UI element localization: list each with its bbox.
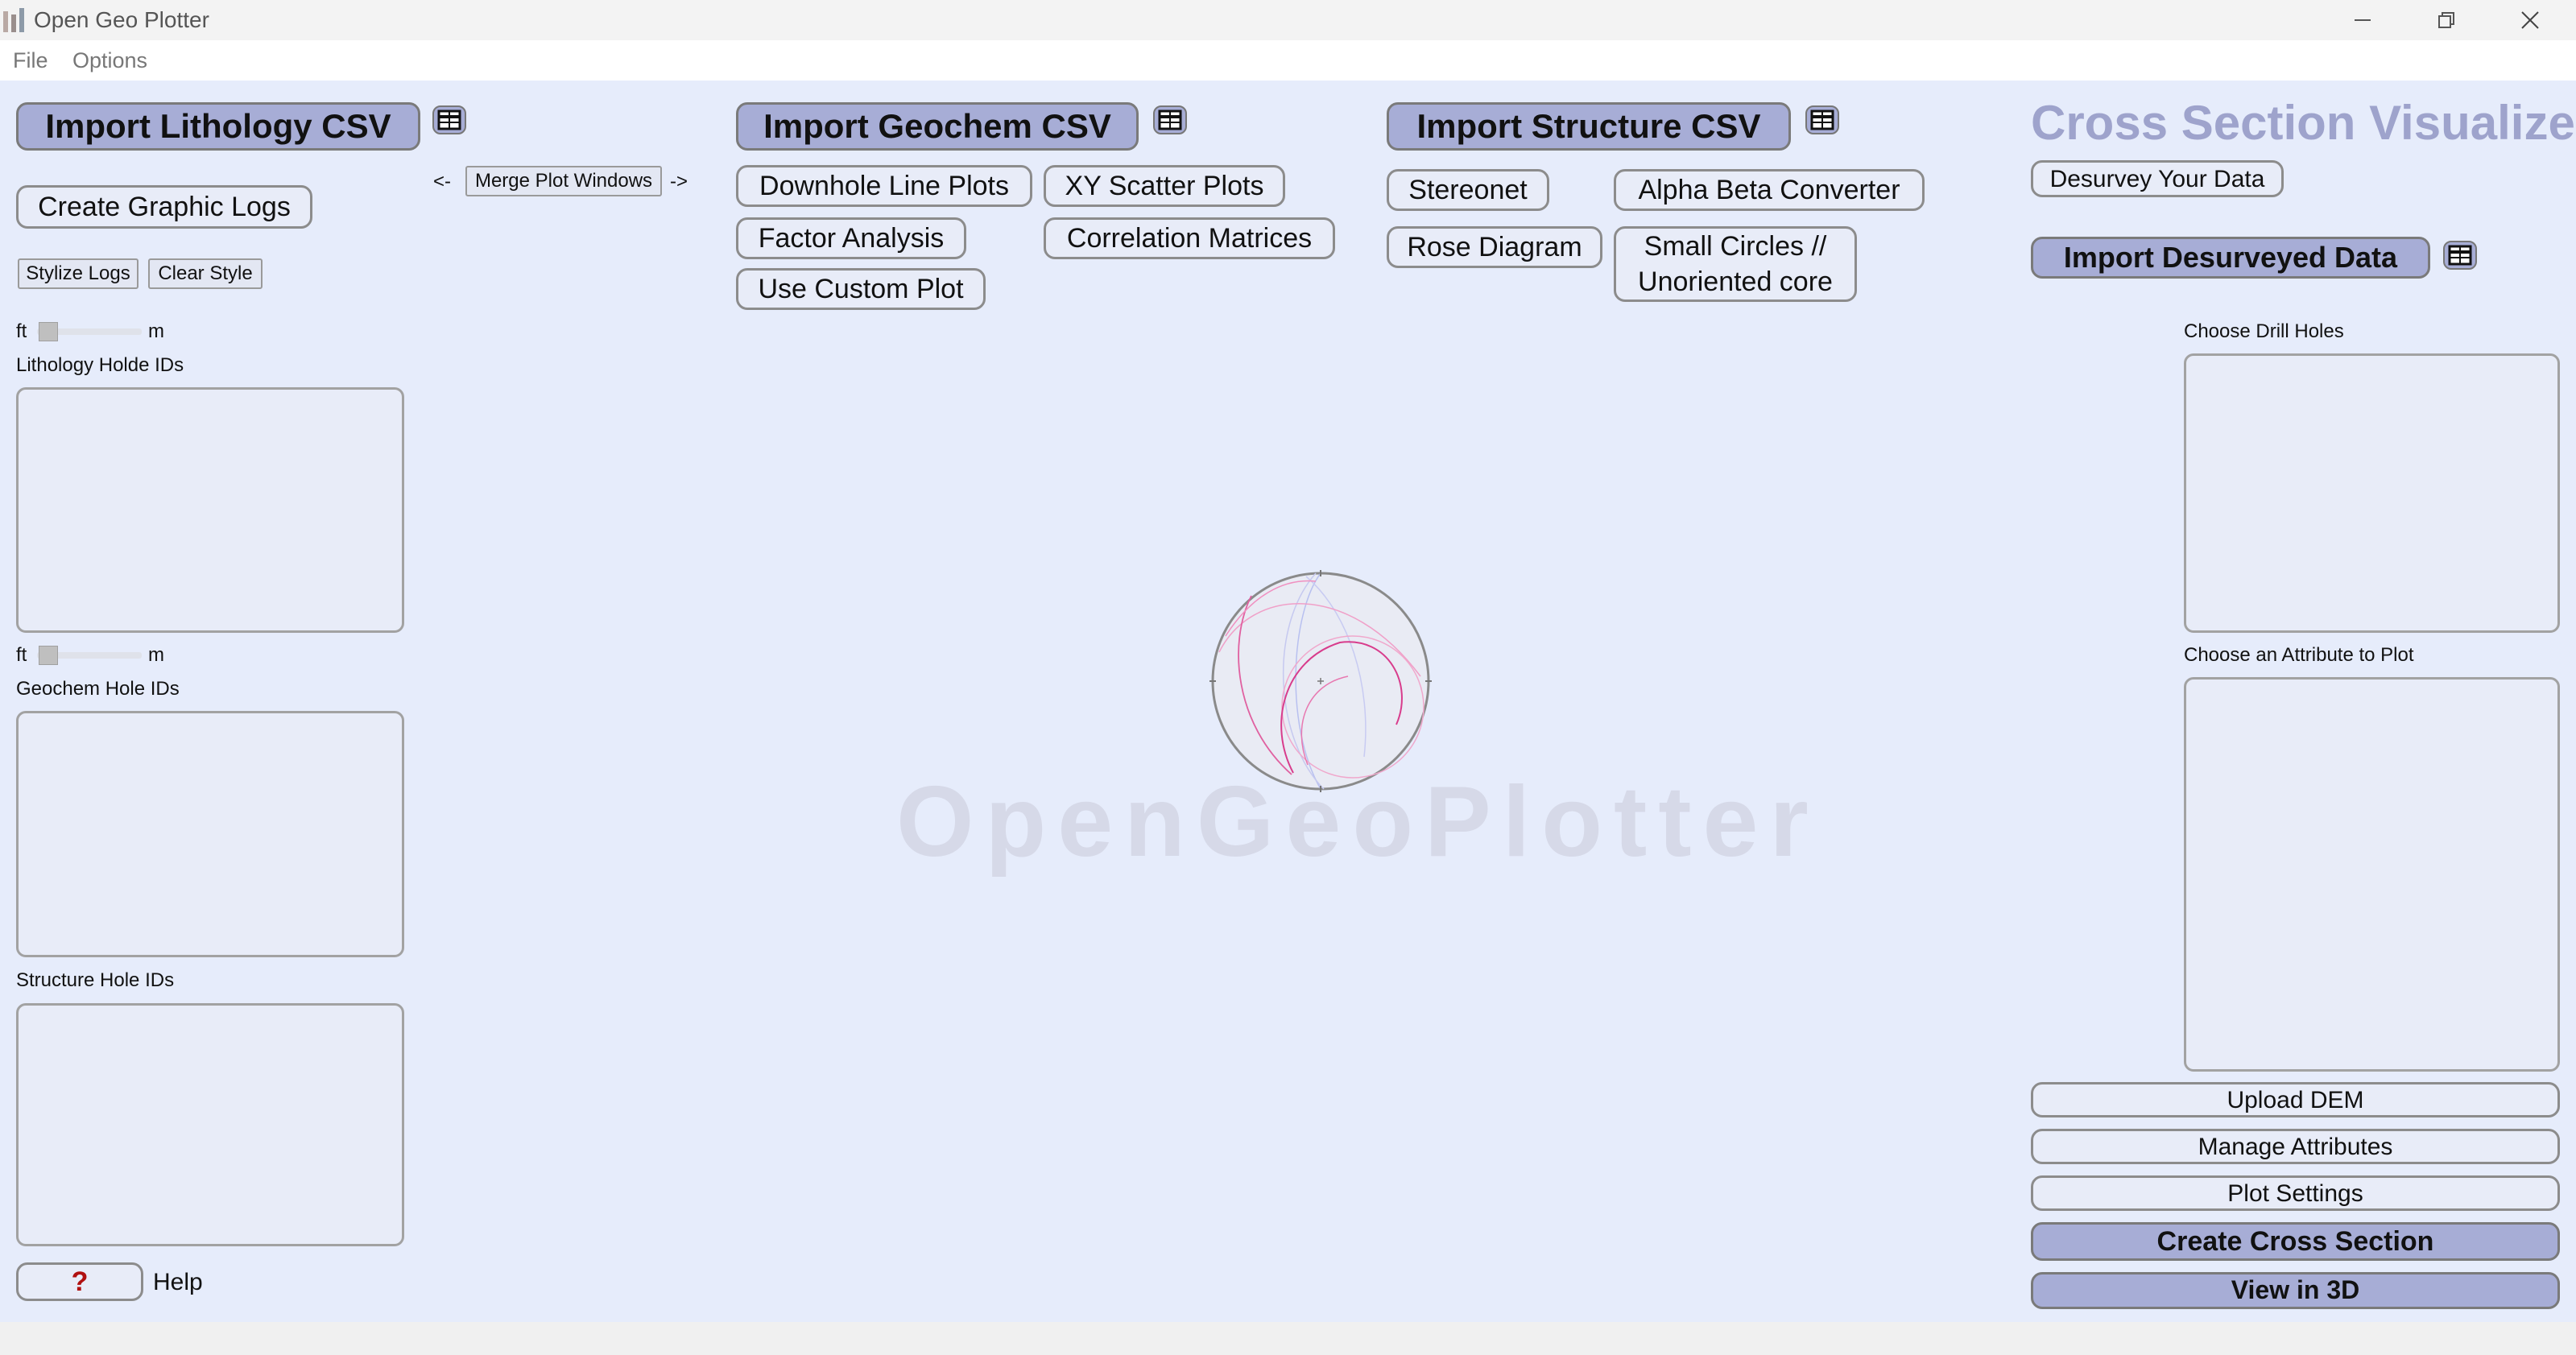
choose-attribute-label: Choose an Attribute to Plot — [2184, 644, 2414, 666]
unit-slider-handle[interactable] — [39, 322, 58, 341]
small-circles-line1: Small Circles // — [1644, 230, 1827, 262]
table-icon[interactable] — [1152, 104, 1189, 136]
geochem-ids-list[interactable] — [16, 711, 404, 957]
factor-analysis-button[interactable]: Factor Analysis — [736, 217, 966, 259]
title-bar — [0, 0, 2576, 40]
lithology-ids-list[interactable] — [16, 387, 404, 633]
import-lithology-button[interactable]: Import Lithology CSV — [16, 102, 420, 151]
structure-ids-list[interactable] — [16, 1003, 404, 1246]
unit-ft-label: ft — [16, 320, 27, 342]
help-button[interactable]: ? — [16, 1262, 143, 1301]
restore-button[interactable] — [2406, 0, 2487, 40]
correlation-matrices-button[interactable]: Correlation Matrices — [1044, 217, 1335, 259]
table-icon[interactable] — [431, 104, 468, 136]
window-title: Open Geo Plotter — [34, 7, 209, 32]
stereonet-button[interactable]: Stereonet — [1387, 169, 1549, 211]
stereonet-graphic — [1209, 570, 1432, 792]
close-window-button[interactable] — [2490, 0, 2570, 40]
plot-settings-button[interactable]: Plot Settings — [2031, 1175, 2560, 1211]
app-logo-icon — [3, 8, 24, 32]
rose-diagram-button[interactable]: Rose Diagram — [1387, 226, 1602, 268]
minimize-button[interactable] — [2322, 0, 2403, 40]
choose-drill-holes-label: Choose Drill Holes — [2184, 320, 2344, 342]
status-bar — [0, 1322, 2576, 1355]
table-icon[interactable] — [2442, 239, 2479, 271]
table-icon[interactable] — [1804, 104, 1841, 136]
downhole-line-plots-button[interactable]: Downhole Line Plots — [736, 165, 1032, 207]
menu-options[interactable]: Options — [72, 48, 147, 73]
structure-ids-label: Structure Hole IDs — [16, 969, 175, 991]
restore-icon — [2438, 12, 2454, 28]
minimize-icon — [2355, 19, 2371, 21]
unit-m-label: m — [148, 644, 164, 666]
small-circles-button[interactable]: Small Circles // Unoriented core — [1614, 226, 1857, 302]
cross-section-title: Cross Section Visualizer — [2031, 96, 2576, 150]
merge-plot-windows-button[interactable]: Merge Plot Windows — [465, 166, 662, 196]
manage-attributes-button[interactable]: Manage Attributes — [2031, 1129, 2560, 1164]
lithology-ids-label: Lithology Holde IDs — [16, 354, 184, 376]
use-custom-plot-button[interactable]: Use Custom Plot — [736, 268, 986, 310]
import-geochem-button[interactable]: Import Geochem CSV — [736, 102, 1139, 151]
attribute-list[interactable] — [2184, 677, 2560, 1072]
close-icon — [2521, 11, 2539, 29]
small-circles-line2: Unoriented core — [1638, 266, 1833, 297]
drill-holes-list[interactable] — [2184, 353, 2560, 633]
xy-scatter-plots-button[interactable]: XY Scatter Plots — [1044, 165, 1285, 207]
alpha-beta-converter-button[interactable]: Alpha Beta Converter — [1614, 169, 1925, 211]
merge-right-arrow: -> — [670, 171, 688, 192]
desurvey-button[interactable]: Desurvey Your Data — [2031, 160, 2284, 197]
merge-left-arrow: <- — [433, 171, 452, 192]
menu-bar — [0, 40, 2576, 81]
view-3d-button[interactable]: View in 3D — [2031, 1272, 2560, 1309]
clear-style-button[interactable]: Clear Style — [148, 258, 263, 289]
upload-dem-button[interactable]: Upload DEM — [2031, 1082, 2560, 1117]
create-cross-section-button[interactable]: Create Cross Section — [2031, 1222, 2560, 1261]
geochem-ids-label: Geochem Hole IDs — [16, 678, 180, 700]
import-structure-button[interactable]: Import Structure CSV — [1387, 102, 1791, 151]
stylize-logs-button[interactable]: Stylize Logs — [18, 258, 139, 289]
unit-slider-handle[interactable] — [39, 646, 58, 665]
help-label: Help — [153, 1269, 203, 1295]
create-graphic-logs-button[interactable]: Create Graphic Logs — [16, 185, 312, 229]
unit-m-label: m — [148, 320, 164, 342]
unit-ft-label: ft — [16, 644, 27, 666]
menu-file[interactable]: File — [13, 48, 48, 73]
import-desurveyed-button[interactable]: Import Desurveyed Data — [2031, 237, 2430, 279]
